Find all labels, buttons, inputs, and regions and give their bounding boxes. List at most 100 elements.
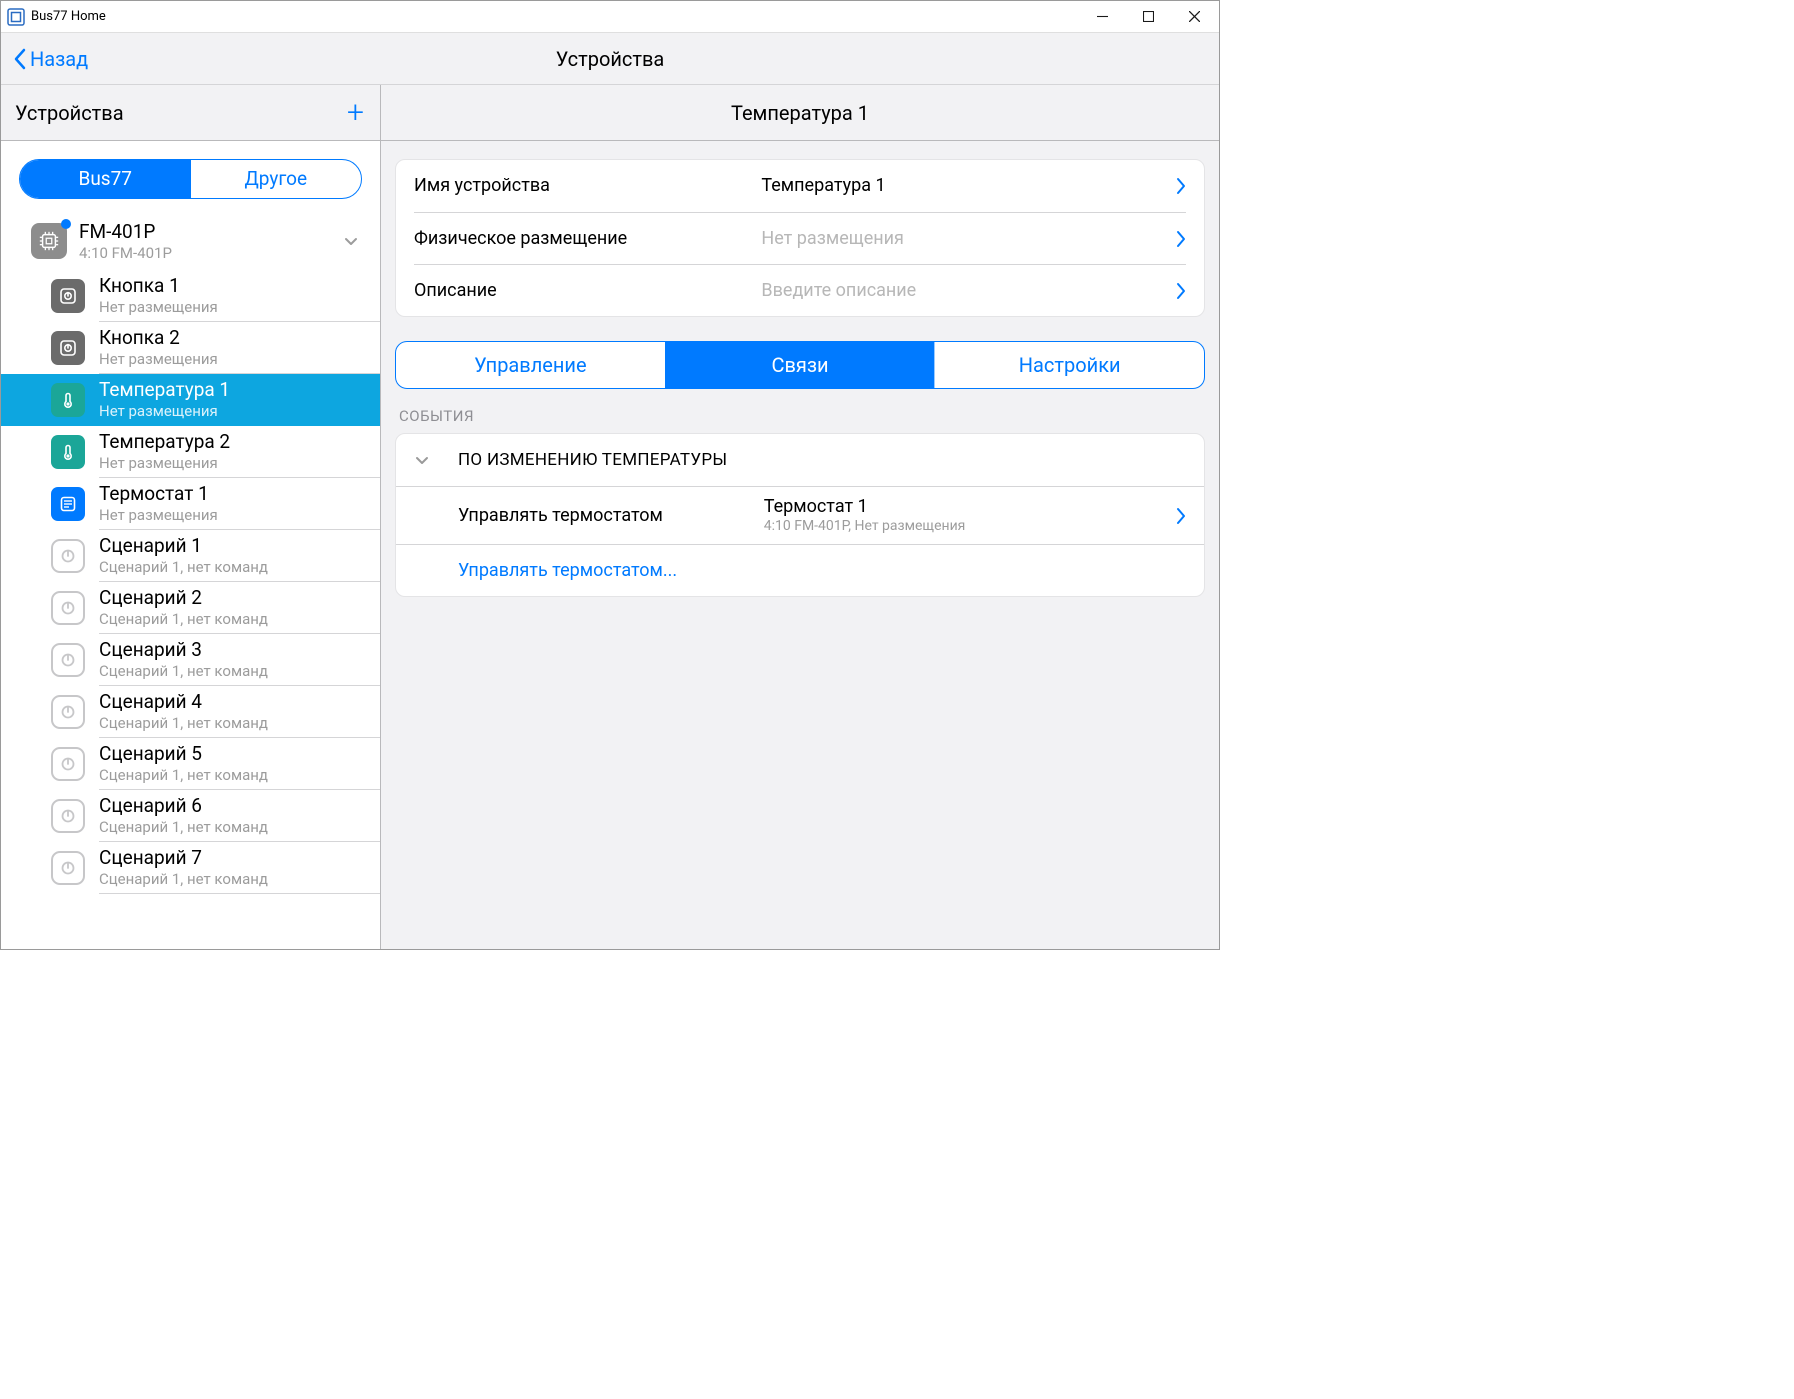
device-row-title: Температура 2 [99, 431, 230, 454]
power-icon [51, 279, 85, 313]
event-link-target: Термостат 1 [764, 496, 1176, 518]
device-row-sub: Сценарий 1, нет команд [99, 766, 268, 784]
header-bar: Назад Устройства [1, 33, 1219, 85]
events-section-label: СОБЫТИЯ [399, 407, 1201, 425]
device-row-sub: Сценарий 1, нет команд [99, 870, 268, 888]
device-name-label: Имя устройства [414, 175, 761, 197]
back-label: Назад [30, 47, 88, 71]
chevron-right-icon [1176, 177, 1186, 195]
event-link-target-sub: 4:10 FM-401P, Нет размещения [764, 518, 1176, 535]
power-icon [51, 695, 85, 729]
chevron-right-icon [1176, 282, 1186, 300]
power-icon [51, 643, 85, 677]
device-info-card: Имя устройства Температура 1 Физическое … [395, 159, 1205, 317]
device-row-title: Сценарий 3 [99, 639, 268, 662]
segment-other[interactable]: Другое [191, 160, 362, 198]
device-row-sub: Сценарий 1, нет команд [99, 610, 268, 628]
device-row-title: Сценарий 2 [99, 587, 268, 610]
device-row-sub: Нет размещения [99, 454, 230, 472]
sidebar-header: Устройства + [1, 85, 380, 141]
device-name-row[interactable]: Имя устройства Температура 1 [414, 160, 1186, 212]
event-group-header[interactable]: ПО ИЗМЕНЕНИЮ ТЕМПЕРАТУРЫ [396, 434, 1204, 486]
device-row-title: Кнопка 2 [99, 327, 218, 350]
event-add-action[interactable]: Управлять термостатом... [396, 544, 1204, 596]
power-icon [51, 747, 85, 781]
device-row-title: Сценарий 6 [99, 795, 268, 818]
hub-row[interactable]: FM-401P 4:10 FM-401P [1, 215, 380, 270]
app-icon [7, 8, 25, 26]
device-desc-label: Описание [414, 280, 761, 302]
power-icon [51, 331, 85, 365]
device-row[interactable]: Сценарий 2Сценарий 1, нет команд [1, 582, 380, 634]
device-row[interactable]: Кнопка 2Нет размещения [1, 322, 380, 374]
detail-tabs: Управление Связи Настройки [395, 341, 1205, 389]
window-close-button[interactable] [1171, 1, 1217, 33]
device-desc-row[interactable]: Описание Введите описание [414, 264, 1186, 316]
main-header: Температура 1 [381, 85, 1219, 141]
tab-links[interactable]: Связи [665, 342, 935, 388]
device-row-title: Термостат 1 [99, 483, 218, 506]
device-row[interactable]: Сценарий 3Сценарий 1, нет команд [1, 634, 380, 686]
chevron-left-icon [13, 48, 27, 70]
power-icon [51, 591, 85, 625]
event-add-label: Управлять термостатом... [458, 560, 677, 582]
segment-bus77[interactable]: Bus77 [20, 160, 191, 198]
device-place-value: Нет размещения [761, 228, 1168, 250]
main-panel: Температура 1 Имя устройства Температура… [381, 85, 1219, 949]
device-desc-value: Введите описание [761, 280, 1168, 302]
device-row[interactable]: Температура 2Нет размещения [1, 426, 380, 478]
sidebar: Устройства + Bus77 Другое [1, 85, 381, 949]
device-row[interactable]: Сценарий 4Сценарий 1, нет команд [1, 686, 380, 738]
device-row-title: Сценарий 5 [99, 743, 268, 766]
power-icon [51, 851, 85, 885]
window-maximize-button[interactable] [1125, 1, 1171, 33]
device-name-value: Температура 1 [761, 175, 1168, 197]
page-title: Устройства [1, 47, 1219, 71]
window-title: Bus77 Home [31, 9, 106, 25]
device-row[interactable]: Сценарий 1Сценарий 1, нет команд [1, 530, 380, 582]
device-row-sub: Нет размещения [99, 402, 230, 420]
device-row[interactable]: Сценарий 6Сценарий 1, нет команд [1, 790, 380, 842]
event-group-card: ПО ИЗМЕНЕНИЮ ТЕМПЕРАТУРЫ Управлять термо… [395, 433, 1205, 597]
device-row-title: Сценарий 4 [99, 691, 268, 714]
power-icon [51, 799, 85, 833]
device-type-segmented: Bus77 Другое [19, 159, 362, 199]
chip-icon [31, 223, 67, 259]
titlebar: Bus77 Home [1, 1, 1219, 33]
add-device-button[interactable]: + [345, 98, 366, 128]
device-row[interactable]: Температура 1Нет размещения [1, 374, 380, 426]
tab-settings[interactable]: Настройки [934, 342, 1204, 388]
device-row-title: Сценарий 1 [99, 535, 268, 558]
status-dot-icon [61, 219, 71, 229]
chevron-down-icon [342, 232, 360, 250]
event-link-row[interactable]: Управлять термостатом Термостат 1 4:10 F… [396, 486, 1204, 544]
thermometer-icon [51, 383, 85, 417]
device-row-title: Сценарий 7 [99, 847, 268, 870]
device-tree: FM-401P 4:10 FM-401P Кнопка 1Нет размеще… [1, 215, 380, 949]
device-row-sub: Сценарий 1, нет команд [99, 818, 268, 836]
thermometer-icon [51, 435, 85, 469]
hub-name: FM-401P [79, 221, 172, 244]
device-place-label: Физическое размещение [414, 228, 761, 250]
device-row-sub: Нет размещения [99, 350, 218, 368]
hub-sub: 4:10 FM-401P [79, 244, 172, 262]
device-row-sub: Сценарий 1, нет команд [99, 558, 268, 576]
device-row[interactable]: Кнопка 1Нет размещения [1, 270, 380, 322]
tab-control[interactable]: Управление [396, 342, 665, 388]
chevron-right-icon [1176, 507, 1186, 525]
window-minimize-button[interactable] [1079, 1, 1125, 33]
device-row-title: Кнопка 1 [99, 275, 218, 298]
power-icon [51, 539, 85, 573]
device-row-sub: Сценарий 1, нет команд [99, 662, 268, 680]
device-row[interactable]: Термостат 1Нет размещения [1, 478, 380, 530]
device-place-row[interactable]: Физическое размещение Нет размещения [414, 212, 1186, 264]
thermostat-icon [51, 487, 85, 521]
device-row-sub: Нет размещения [99, 506, 218, 524]
chevron-right-icon [1176, 230, 1186, 248]
device-row[interactable]: Сценарий 7Сценарий 1, нет команд [1, 842, 380, 894]
event-link-label: Управлять термостатом [458, 505, 764, 527]
device-row[interactable]: Сценарий 5Сценарий 1, нет команд [1, 738, 380, 790]
back-button[interactable]: Назад [13, 47, 88, 71]
detail-title: Температура 1 [731, 101, 869, 125]
chevron-down-icon [414, 452, 442, 468]
